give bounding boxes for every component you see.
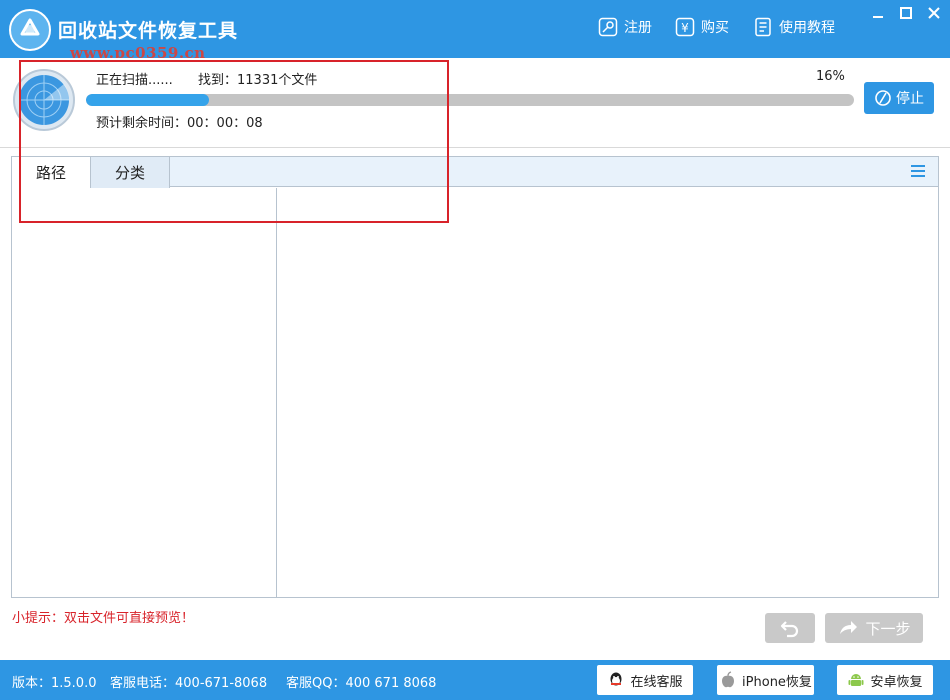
tip-text: 小提示：双击文件可直接预览！ <box>12 611 195 626</box>
register-label: 注册 <box>624 20 652 36</box>
menu-icon[interactable] <box>910 164 926 178</box>
close-icon <box>928 7 940 19</box>
minimize-icon <box>873 16 883 18</box>
stop-label: 停止 <box>896 91 924 107</box>
qq-icon <box>610 672 622 686</box>
tab-path[interactable]: 路径 <box>12 157 91 188</box>
phone-text: 客服电话：400-671-8068 <box>110 676 268 691</box>
book-icon <box>755 17 771 37</box>
file-list-pane[interactable] <box>278 188 938 597</box>
progress-bar <box>86 94 854 106</box>
maximize-button[interactable] <box>894 4 918 22</box>
stop-button[interactable]: 停止 <box>864 82 934 114</box>
progress-percent: 16% <box>816 69 845 84</box>
scan-status-text: 正在扫描...... <box>96 73 173 88</box>
progress-fill <box>86 94 209 106</box>
next-button[interactable]: 下一步 <box>825 613 923 643</box>
apple-icon <box>722 671 735 688</box>
yen-icon: ¥ <box>675 17 695 37</box>
maximize-icon <box>900 7 912 19</box>
key-icon <box>598 17 618 37</box>
stop-icon <box>875 90 891 106</box>
online-service-button[interactable]: 在线客服 <box>597 665 693 695</box>
recycle-logo-icon <box>9 9 51 51</box>
folder-tree-pane[interactable] <box>12 188 277 597</box>
close-button[interactable] <box>922 4 946 22</box>
next-label: 下一步 <box>865 619 911 638</box>
android-recovery-button[interactable]: 安卓恢复 <box>837 665 933 695</box>
iphone-recovery-label: iPhone恢复 <box>742 674 812 690</box>
android-recovery-label: 安卓恢复 <box>870 674 923 690</box>
forward-arrow-icon <box>840 621 858 634</box>
undo-icon <box>780 621 799 638</box>
android-icon <box>848 674 864 686</box>
file-panel: 路径 分类 <box>11 156 939 598</box>
iphone-recovery-button[interactable]: iPhone恢复 <box>717 665 814 695</box>
scan-status-area: 正在扫描...... 找到：11331个文件 16% 预计剩余时间：00：00：… <box>0 58 950 148</box>
register-button[interactable]: 注册 <box>598 14 652 40</box>
svg-text:¥: ¥ <box>681 21 689 35</box>
qq-text: 客服QQ：400 671 8068 <box>286 676 437 691</box>
buy-button[interactable]: ¥ 购买 <box>675 14 729 40</box>
remaining-time: 预计剩余时间：00：00：08 <box>96 116 263 131</box>
tab-bar: 路径 分类 <box>12 157 938 188</box>
found-count: 找到：11331个文件 <box>198 73 318 88</box>
app-title: 回收站文件恢复工具 <box>58 20 239 42</box>
back-button[interactable] <box>765 613 815 643</box>
tutorial-label: 使用教程 <box>779 20 835 36</box>
tutorial-button[interactable]: 使用教程 <box>753 14 835 40</box>
version-text: 版本：1.5.0.0 <box>12 676 97 691</box>
buy-label: 购买 <box>701 20 729 36</box>
footer-bar: 版本：1.5.0.0 客服电话：400-671-8068 客服QQ：400 67… <box>0 660 950 700</box>
radar-icon <box>13 69 75 131</box>
title-bar: 回收站文件恢复工具 www.pc0359.cn 注册 ¥ 购买 使用教程 <box>0 0 950 62</box>
minimize-button[interactable] <box>866 4 890 22</box>
tab-category[interactable]: 分类 <box>91 157 170 188</box>
online-service-label: 在线客服 <box>630 674 683 690</box>
